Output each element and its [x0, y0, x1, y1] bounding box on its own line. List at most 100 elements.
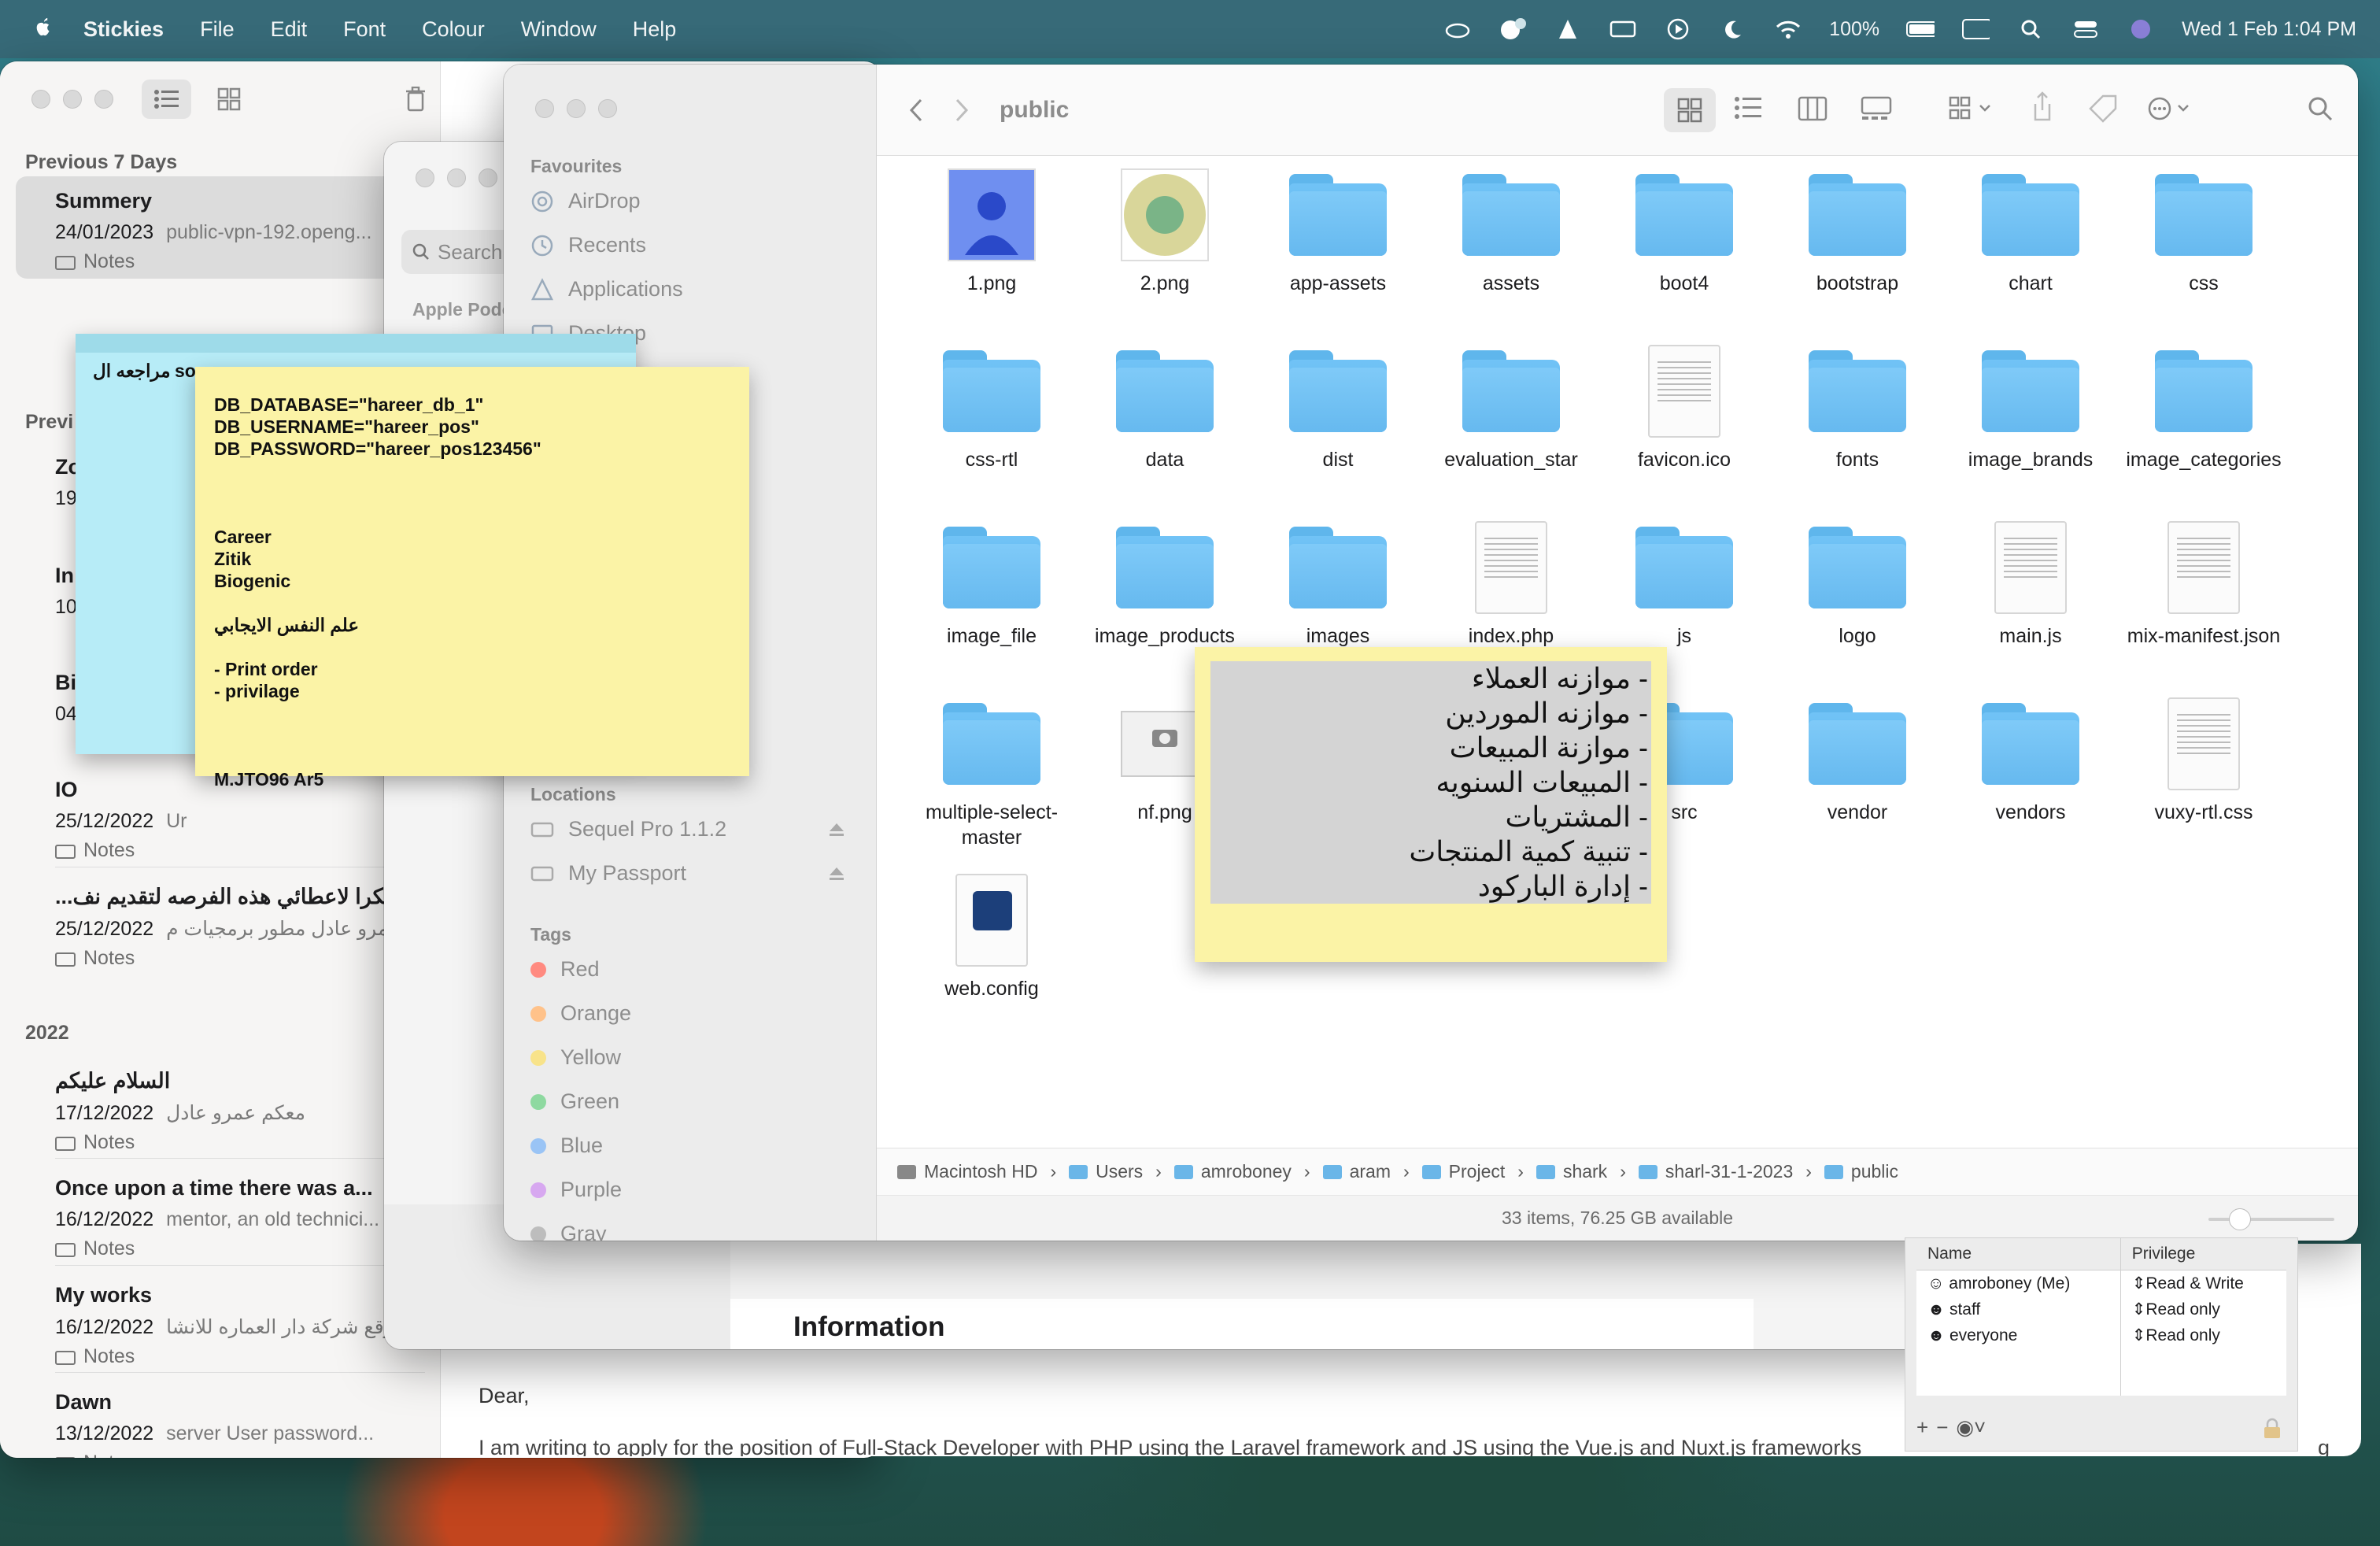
close-button[interactable]	[535, 99, 554, 118]
file-item[interactable]: css-rtl	[905, 340, 1078, 472]
close-button[interactable]	[31, 90, 50, 109]
file-item[interactable]: evaluation_star	[1425, 340, 1598, 472]
back-icon[interactable]	[907, 98, 926, 123]
column-view-icon[interactable]	[1798, 96, 1828, 121]
minimize-button[interactable]	[567, 99, 586, 118]
path-segment[interactable]: Users	[1069, 1161, 1143, 1182]
menu-app-name[interactable]: Stickies	[83, 17, 164, 42]
file-item[interactable]: image_products	[1078, 516, 1251, 649]
tag-green[interactable]: Green	[530, 1089, 619, 1114]
path-segment[interactable]: aram	[1322, 1161, 1391, 1182]
file-item[interactable]: images	[1251, 516, 1425, 649]
menu-help[interactable]: Help	[633, 17, 677, 42]
group-by-icon[interactable]	[1949, 96, 1996, 121]
path-segment[interactable]: public	[1824, 1161, 1898, 1182]
file-item[interactable]: favicon.ico	[1598, 340, 1771, 472]
file-item[interactable]: dist	[1251, 340, 1425, 472]
file-item[interactable]: vendors	[1944, 693, 2117, 825]
remove-permission-button[interactable]: −	[1936, 1415, 1948, 1440]
apple-menu-icon[interactable]	[31, 16, 55, 43]
col-header-name[interactable]: Name	[1916, 1238, 2121, 1270]
sticky-note-arabic[interactable]: - موازنه العملاء - موازنه الموردين - موازن…	[1195, 647, 1667, 962]
wifi-icon[interactable]	[1774, 17, 1802, 41]
perm-privilege[interactable]: Read only	[2145, 1326, 2220, 1344]
moon-icon[interactable]	[1719, 17, 1747, 41]
tag-yellow[interactable]: Yellow	[530, 1045, 621, 1070]
file-item[interactable]: js	[1598, 516, 1771, 649]
sidebar-item-applications[interactable]: Applications	[530, 277, 683, 301]
zoom-button[interactable]	[94, 90, 113, 109]
path-segment[interactable]: shark	[1536, 1161, 1607, 1182]
table-row[interactable]: ☻ staff ⇕Read only	[1916, 1296, 2286, 1322]
play-icon[interactable]	[1664, 17, 1692, 41]
tag-icon[interactable]	[2087, 93, 2119, 124]
file-item[interactable]: assets	[1425, 164, 1598, 296]
vlc-icon[interactable]	[1554, 17, 1582, 41]
eject-icon[interactable]	[828, 822, 845, 838]
tag-blue[interactable]: Blue	[530, 1134, 603, 1158]
file-item[interactable]: index.php	[1425, 516, 1598, 649]
file-item[interactable]: image_categories	[2117, 340, 2290, 472]
sidebar-item-airdrop[interactable]: AirDrop	[530, 189, 641, 213]
note-item[interactable]: السلام عليكم 17/12/2022 معكم عمرو عادل No…	[16, 1056, 425, 1159]
perm-privilege[interactable]: Read & Write	[2145, 1274, 2244, 1293]
file-item[interactable]: vuxy-rtl.css	[2117, 693, 2290, 825]
file-item[interactable]: 2.png	[1078, 164, 1251, 296]
file-item[interactable]: image_file	[905, 516, 1078, 649]
table-row[interactable]: ☻ everyone ⇕Read only	[1916, 1322, 2286, 1348]
minimize-button[interactable]	[63, 90, 82, 109]
file-item[interactable]: multiple-select-master	[905, 693, 1078, 850]
slider-knob[interactable]	[2229, 1208, 2251, 1230]
tag-orange[interactable]: Orange	[530, 1001, 631, 1026]
tag-purple[interactable]: Purple	[530, 1178, 622, 1202]
stepper-icon[interactable]: ⇕	[2132, 1300, 2146, 1319]
file-item[interactable]: app-assets	[1251, 164, 1425, 296]
sidebar-item-my-passport[interactable]: My Passport	[530, 861, 845, 886]
file-item[interactable]: css	[2117, 164, 2290, 296]
icon-view-button[interactable]	[1664, 88, 1716, 132]
action-menu-button[interactable]: ◉˅	[1956, 1415, 1986, 1440]
tag-gray[interactable]: Gray	[530, 1222, 607, 1241]
sticky-titlebar[interactable]	[76, 334, 636, 353]
search-icon[interactable]	[2308, 96, 2333, 121]
sidebar-item-sequel-pro[interactable]: Sequel Pro 1.1.2	[530, 817, 845, 841]
file-item[interactable]: image_brands	[1944, 340, 2117, 472]
table-row[interactable]: ☺ amroboney (Me) ⇕Read & Write	[1916, 1270, 2286, 1296]
lock-icon[interactable]	[2263, 1418, 2282, 1440]
zoom-button[interactable]	[479, 168, 497, 187]
notification-badge-icon[interactable]	[1499, 17, 1527, 41]
icon-size-slider[interactable]	[2208, 1208, 2334, 1230]
file-item[interactable]: main.js	[1944, 516, 2117, 649]
delete-note-button[interactable]	[390, 80, 440, 119]
menu-file[interactable]: File	[200, 17, 235, 42]
note-item[interactable]: Dawn 13/12/2022 server User password... N…	[16, 1378, 425, 1458]
file-item[interactable]: vendor	[1771, 693, 1944, 825]
add-permission-button[interactable]: +	[1916, 1415, 1928, 1440]
file-item[interactable]: mix-manifest.json	[2117, 516, 2290, 649]
col-header-privilege[interactable]: Privilege	[2119, 1238, 2286, 1270]
keyboard-icon[interactable]	[1609, 17, 1637, 41]
note-item[interactable]: Once upon a time there was a... 16/12/20…	[16, 1163, 425, 1266]
sticky-note-yellow[interactable]: DB_DATABASE="hareer_db_1" DB_USERNAME="ha…	[195, 367, 749, 790]
gallery-view-button[interactable]	[204, 80, 253, 119]
list-view-button[interactable]	[142, 80, 191, 119]
stepper-icon[interactable]: ⇕	[2132, 1326, 2146, 1344]
arabic-selection[interactable]: - موازنه العملاء - موازنه الموردين - موازن…	[1210, 661, 1651, 904]
file-item[interactable]: fonts	[1771, 340, 1944, 472]
minimize-button[interactable]	[447, 168, 466, 187]
path-segment[interactable]: Project	[1421, 1161, 1505, 1182]
menu-font[interactable]: Font	[343, 17, 386, 42]
control-center-icon[interactable]	[2071, 17, 2100, 41]
file-item[interactable]: web.config	[905, 869, 1078, 1001]
list-view-icon[interactable]	[1735, 96, 1763, 120]
gallery-view-icon[interactable]	[1861, 96, 1892, 121]
tag-red[interactable]: Red	[530, 957, 600, 982]
note-item-selected[interactable]: Summery 24/01/2023 public-vpn-192.openg..…	[16, 176, 425, 279]
file-item[interactable]: logo	[1771, 516, 1944, 649]
file-item[interactable]: chart	[1944, 164, 2117, 296]
path-segment[interactable]: sharl-31-1-2023	[1638, 1161, 1793, 1182]
spotlight-search-icon[interactable]	[2016, 17, 2045, 41]
file-item[interactable]: boot4	[1598, 164, 1771, 296]
menu-clock[interactable]: Wed 1 Feb 1:04 PM	[2182, 18, 2356, 41]
eject-icon[interactable]	[828, 866, 845, 882]
